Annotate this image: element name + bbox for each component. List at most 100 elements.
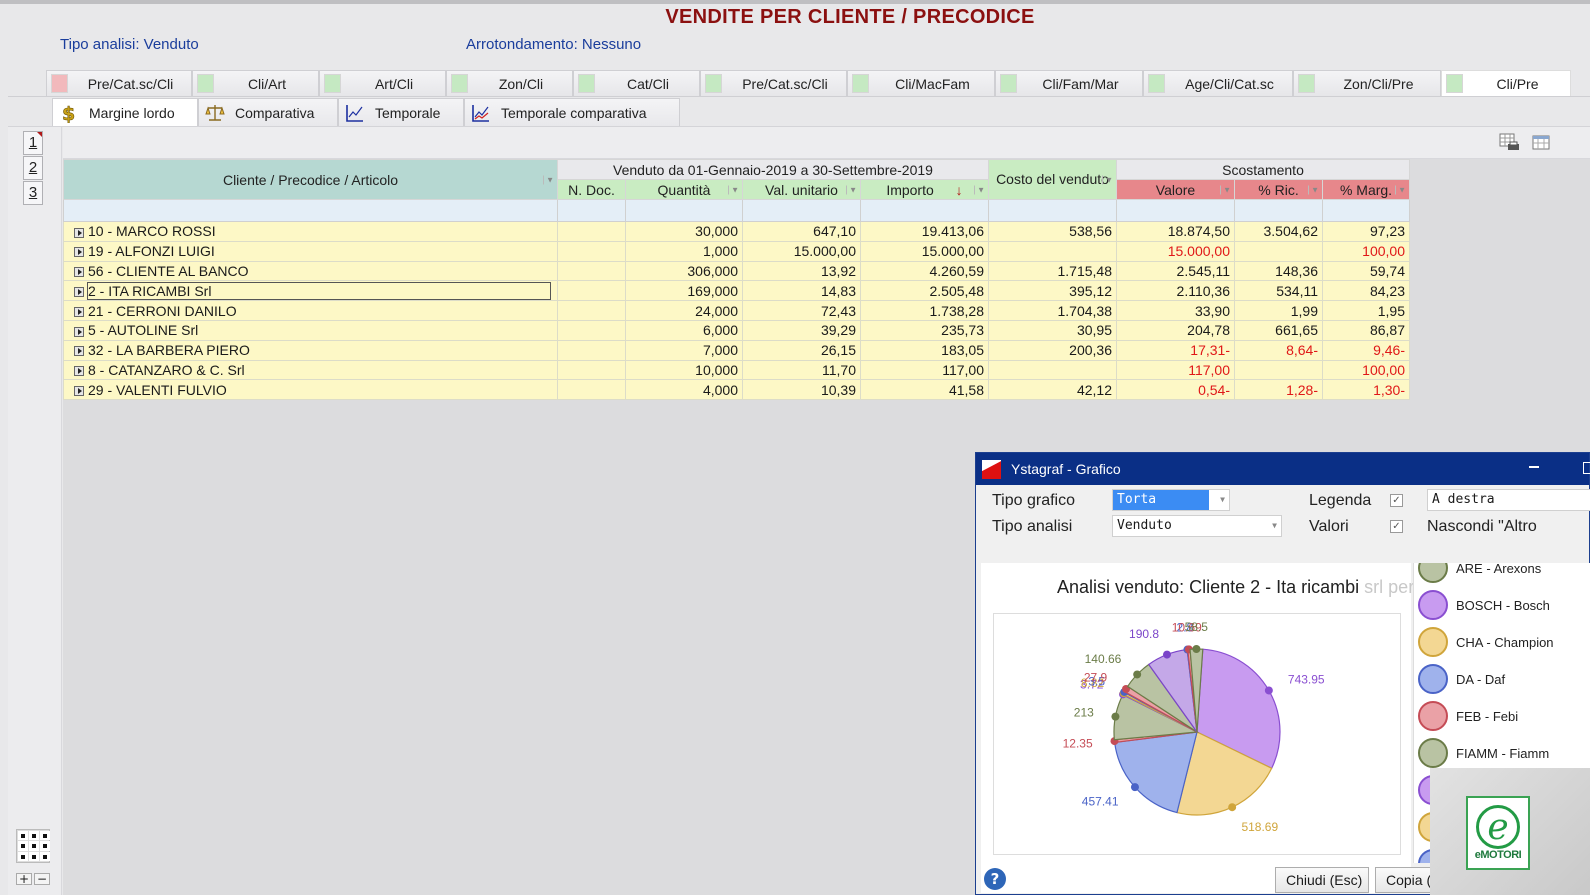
print-grid-icon[interactable] (1499, 133, 1521, 153)
cell-valore[interactable]: 17,31- (1116, 339, 1235, 361)
filter-dropdown-icon[interactable]: ▼ (1220, 185, 1231, 194)
expand-icon[interactable] (74, 346, 84, 357)
chart-type-select[interactable]: Torta ▼ (1112, 489, 1230, 511)
filter-cell[interactable] (860, 199, 989, 222)
filter-cell[interactable] (742, 199, 861, 222)
cell-val-unitario[interactable]: 39,29 (742, 319, 861, 341)
view-tab[interactable]: Cat/Cli (573, 70, 700, 96)
expand-icon[interactable] (74, 287, 84, 298)
cell-ric[interactable]: 1,99 (1234, 300, 1323, 321)
column-header-valore[interactable]: Valore ▼ (1116, 179, 1235, 200)
analysis-tab[interactable]: $ Margine lordo (52, 98, 198, 126)
legend-item[interactable]: CHA - Champion (1418, 627, 1554, 657)
cell-valore[interactable]: 0,54- (1116, 379, 1235, 401)
filter-row[interactable] (63, 199, 1410, 222)
view-tab[interactable]: Cli/Pre (1441, 70, 1571, 96)
cell-val-unitario[interactable]: 26,15 (742, 339, 861, 361)
cell-ndoc[interactable] (557, 359, 626, 381)
values-checkbox[interactable]: ✓ (1390, 520, 1403, 533)
cell-ndoc[interactable] (557, 240, 626, 262)
expand-icon[interactable] (74, 366, 84, 377)
cell-ndoc[interactable] (557, 379, 626, 401)
filter-dropdown-icon[interactable]: ▼ (1102, 175, 1113, 184)
filter-cell[interactable] (557, 199, 626, 222)
legend-checkbox[interactable]: ✓ (1390, 494, 1403, 507)
legend-item[interactable]: FIAMM - Fiamm (1418, 738, 1549, 768)
filter-dropdown-icon[interactable]: ▼ (1395, 185, 1406, 194)
cell-marg[interactable]: 100,00 (1322, 359, 1410, 381)
maximize-icon[interactable] (1583, 462, 1590, 474)
column-header-importo[interactable]: Importo ↓ ▼ (860, 179, 989, 200)
table-row[interactable]: 2 - ITA RICAMBI Srl 169,000 14,83 2.505,48 3… (63, 280, 1410, 302)
filter-cell[interactable] (1234, 199, 1323, 222)
cell-quantita[interactable]: 169,000 (625, 280, 743, 302)
cell-marg[interactable]: 84,23 (1322, 280, 1410, 302)
cell-quantita[interactable]: 30,000 (625, 221, 743, 242)
filter-dropdown-icon[interactable]: ▼ (974, 185, 985, 194)
cell-ric[interactable]: 148,36 (1234, 260, 1323, 282)
cell-valore[interactable]: 15.000,00 (1116, 240, 1235, 262)
analysis-tab[interactable]: Comparativa (198, 98, 338, 126)
cell-marg[interactable]: 9,46- (1322, 339, 1410, 361)
cell-valore[interactable]: 204,78 (1116, 319, 1235, 341)
cell-client[interactable]: 2 - ITA RICAMBI Srl (63, 280, 558, 302)
cell-val-unitario[interactable]: 72,43 (742, 300, 861, 321)
column-header-ric[interactable]: % Ric. ▼ (1234, 179, 1323, 200)
table-row[interactable]: 8 - CATANZARO & C. Srl 10,000 11,70 117,00 1… (63, 359, 1410, 381)
level-3-button[interactable]: 3 (23, 181, 43, 205)
cell-costo[interactable]: 42,12 (988, 379, 1117, 401)
expand-icon[interactable] (74, 386, 84, 397)
cell-client[interactable]: 8 - CATANZARO & C. Srl (63, 359, 558, 381)
cell-val-unitario[interactable]: 10,39 (742, 379, 861, 401)
cell-importo[interactable]: 41,58 (860, 379, 989, 401)
cell-valore[interactable]: 2.545,11 (1116, 260, 1235, 282)
table-row[interactable]: 21 - CERRONI DANILO 24,000 72,43 1.738,28 1.… (63, 300, 1410, 321)
legend-item[interactable]: DA - Daf (1418, 664, 1505, 694)
analysis-tab[interactable]: Temporale (338, 98, 464, 126)
cell-costo[interactable]: 30,95 (988, 319, 1117, 341)
cell-ric[interactable]: 1,28- (1234, 379, 1323, 401)
cell-client[interactable]: 29 - VALENTI FULVIO (63, 379, 558, 401)
expand-icon[interactable] (74, 267, 84, 278)
view-tab[interactable]: Pre/Cat.sc/Cli (46, 70, 192, 96)
analysis-type-select[interactable]: Venduto ▼ (1112, 515, 1282, 537)
expand-icon[interactable] (74, 227, 84, 238)
cell-costo[interactable]: 395,12 (988, 280, 1117, 302)
view-tab[interactable]: Cli/Art (192, 70, 319, 96)
cell-quantita[interactable]: 306,000 (625, 260, 743, 282)
filter-cell[interactable] (1322, 199, 1410, 222)
cell-quantita[interactable]: 10,000 (625, 359, 743, 381)
cell-ric[interactable]: 8,64- (1234, 339, 1323, 361)
help-icon[interactable]: ? (984, 868, 1006, 890)
cell-client[interactable]: 32 - LA BARBERA PIERO (63, 339, 558, 361)
align-bottom[interactable] (29, 851, 39, 861)
legend-item[interactable]: BOSCH - Bosch (1418, 590, 1550, 620)
copy-button[interactable]: Copia ( (1375, 867, 1435, 893)
column-header-marg[interactable]: % Marg. ▼ (1322, 179, 1410, 200)
cell-val-unitario[interactable]: 15.000,00 (742, 240, 861, 262)
view-tab[interactable]: Zon/Cli (446, 70, 573, 96)
cell-importo[interactable]: 117,00 (860, 359, 989, 381)
filter-dropdown-icon[interactable]: ▼ (543, 175, 554, 184)
analysis-tab[interactable]: Temporale comparativa (464, 98, 680, 126)
cell-importo[interactable]: 235,73 (860, 319, 989, 341)
minimize-icon[interactable] (1529, 466, 1539, 468)
filter-cell[interactable] (1116, 199, 1235, 222)
dialog-titlebar[interactable]: Ystagraf - Grafico (976, 453, 1589, 485)
cell-valore[interactable]: 33,90 (1116, 300, 1235, 321)
cell-val-unitario[interactable]: 13,92 (742, 260, 861, 282)
cell-importo[interactable]: 2.505,48 (860, 280, 989, 302)
cell-costo[interactable] (988, 359, 1117, 381)
filter-dropdown-icon[interactable]: ▼ (1308, 185, 1319, 194)
plus-button[interactable]: + (16, 873, 32, 885)
cell-client[interactable]: 21 - CERRONI DANILO (63, 300, 558, 321)
cell-costo[interactable]: 200,36 (988, 339, 1117, 361)
cell-importo[interactable]: 15.000,00 (860, 240, 989, 262)
view-tab[interactable]: Art/Cli (319, 70, 446, 96)
grid-layout-icon[interactable] (1531, 133, 1553, 153)
cell-ric[interactable]: 3.504,62 (1234, 221, 1323, 242)
cell-ric[interactable] (1234, 240, 1323, 262)
cell-ndoc[interactable] (557, 280, 626, 302)
column-header-ndoc[interactable]: N. Doc. (557, 179, 626, 200)
cell-ndoc[interactable] (557, 339, 626, 361)
